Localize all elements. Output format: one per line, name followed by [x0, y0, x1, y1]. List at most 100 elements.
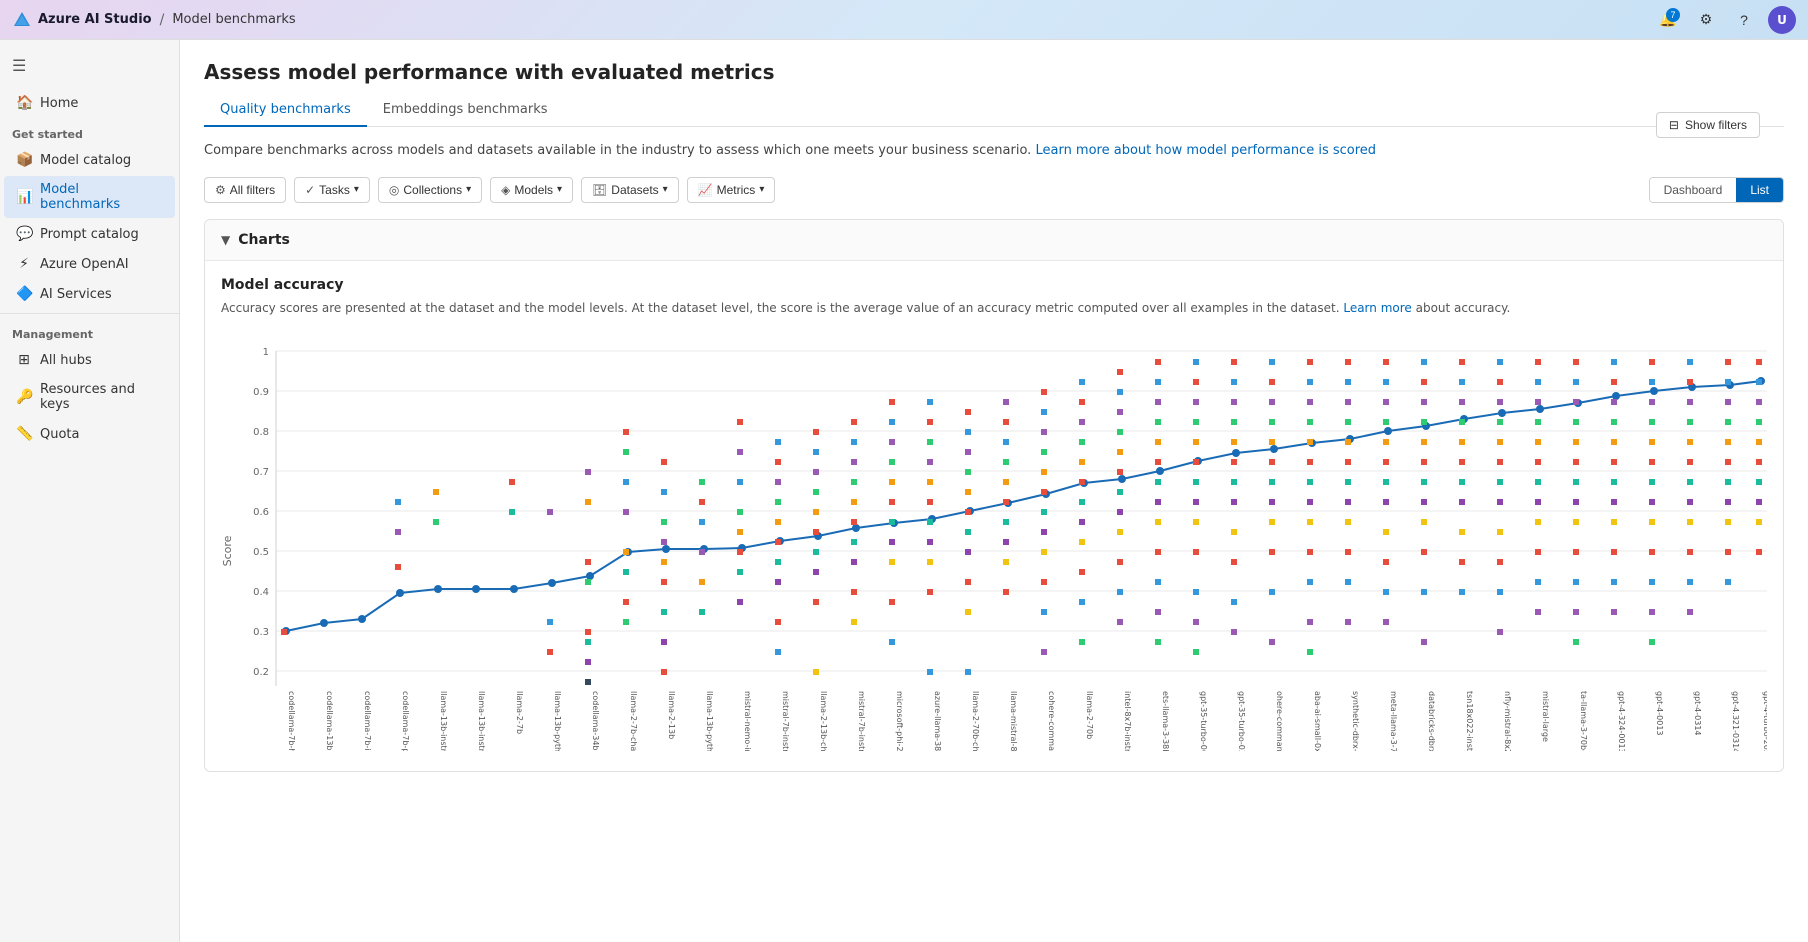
svg-text:cohere-command-r: cohere-command-r — [1047, 691, 1056, 751]
topbar-actions: 🔔 7 ⚙ ? U — [1654, 6, 1796, 34]
svg-text:mistral-7b-instruct-v01: mistral-7b-instruct-v01 — [781, 691, 790, 751]
sidebar-toggle-area: ☰ — [0, 48, 179, 84]
chart-title: Model accuracy — [221, 277, 1767, 293]
list-view-button[interactable]: List — [1736, 178, 1783, 202]
collections-icon: ◎ — [389, 183, 399, 197]
question-icon: ? — [1740, 12, 1748, 28]
svg-text:0.5: 0.5 — [253, 547, 269, 558]
azure-openai-icon: ⚡ — [16, 256, 32, 272]
dashboard-view-button[interactable]: Dashboard — [1650, 178, 1737, 202]
sidebar-label-all-hubs: All hubs — [40, 353, 92, 368]
svg-text:0.2: 0.2 — [253, 667, 269, 678]
settings-button[interactable]: ⚙ — [1692, 6, 1720, 34]
list-label: List — [1750, 183, 1769, 197]
user-avatar[interactable]: U — [1768, 6, 1796, 34]
sidebar-label-azure-openai: Azure OpenAI — [40, 257, 129, 272]
sidebar-item-home[interactable]: 🏠 Home — [4, 89, 175, 117]
svg-text:llama-2-7b: llama-2-7b — [515, 691, 524, 734]
svg-text:synthetic-dbrx-instruct: synthetic-dbrx-instruct — [1351, 691, 1360, 751]
breadcrumb-separator: / — [160, 12, 165, 28]
sidebar-get-started-label: Get started — [0, 118, 179, 145]
charts-body: Model accuracy Accuracy scores are prese… — [205, 261, 1783, 771]
svg-text:llama-2-13b-chat: llama-2-13b-chat — [819, 691, 828, 751]
notifications-button[interactable]: 🔔 7 — [1654, 6, 1682, 34]
brand-name: Azure AI Studio — [38, 12, 152, 27]
svg-text:gpt-4-0013: gpt-4-0013 — [1655, 691, 1664, 736]
charts-header[interactable]: ▼ Charts — [205, 220, 1783, 261]
chart-desc-suffix: about accuracy. — [1416, 301, 1511, 315]
svg-text:llama-2-70b: llama-2-70b — [1085, 691, 1094, 739]
sidebar-label-quota: Quota — [40, 427, 80, 442]
svg-text:gpt-4-0314: gpt-4-0314 — [1693, 691, 1702, 736]
svg-text:mistral-nemo-instruct-7b: mistral-nemo-instruct-7b — [743, 691, 752, 751]
sidebar-item-resources-keys[interactable]: 🔑 Resources and keys — [4, 376, 175, 418]
model-accuracy-chart: Score 1 0.9 0.8 0.7 0.6 — [221, 331, 1767, 755]
charts-section: ▼ Charts Model accuracy Accuracy scores … — [204, 219, 1784, 772]
collapse-icon: ▼ — [221, 233, 230, 247]
svg-text:codellama-7b-hf: codellama-7b-hf — [287, 691, 296, 751]
sidebar-management-label: Management — [0, 318, 179, 345]
app-body: ☰ 🏠 Home Get started 📦 Model catalog 📊 M… — [0, 40, 1808, 942]
svg-text:0.9: 0.9 — [253, 387, 269, 398]
topbar-left: Azure AI Studio / Model benchmarks — [12, 10, 296, 30]
metrics-filter-button[interactable]: 📈 Metrics ▾ — [687, 177, 776, 203]
all-filters-button[interactable]: ⚙ All filters — [204, 177, 286, 203]
sidebar-toggle-button[interactable]: ☰ — [8, 52, 30, 80]
svg-text:microsoft-phi-2: microsoft-phi-2 — [895, 691, 904, 751]
tab-quality-benchmarks[interactable]: Quality benchmarks — [204, 94, 367, 127]
metrics-label: Metrics — [717, 183, 756, 197]
metrics-icon: 📈 — [698, 183, 713, 197]
tab-embeddings-label: Embeddings benchmarks — [383, 102, 548, 117]
model-catalog-icon: 📦 — [16, 152, 32, 168]
sidebar-item-quota[interactable]: 📏 Quota — [4, 420, 175, 448]
svg-text:tsn18x022-instruct-v0.1: tsn18x022-instruct-v0.1 — [1465, 691, 1474, 751]
models-filter-button[interactable]: ◈ Models ▾ — [490, 177, 573, 203]
svg-text:0.7: 0.7 — [253, 467, 269, 478]
azure-ai-logo-icon — [12, 10, 32, 30]
breadcrumb-page: Model benchmarks — [172, 12, 295, 27]
topbar: Azure AI Studio / Model benchmarks 🔔 7 ⚙… — [0, 0, 1808, 40]
datasets-filter-button[interactable]: 🗄 Datasets ▾ — [581, 177, 679, 203]
svg-text:llama-13b-instruct-hf: llama-13b-instruct-hf — [477, 691, 486, 751]
tasks-filter-button[interactable]: ✓ Tasks ▾ — [294, 177, 370, 203]
svg-text:llama-2-7b-chat: llama-2-7b-chat — [629, 691, 638, 751]
sidebar-item-ai-services[interactable]: 🔷 AI Services — [4, 280, 175, 308]
svg-text:llama-13b-python-hf: llama-13b-python-hf — [553, 691, 562, 751]
sidebar-divider — [0, 313, 179, 314]
tab-embeddings-benchmarks[interactable]: Embeddings benchmarks — [367, 94, 564, 127]
filter-icon: ⊟ — [1669, 118, 1679, 132]
datasets-label: Datasets — [611, 183, 658, 197]
sidebar-label-model-catalog: Model catalog — [40, 153, 131, 168]
collections-filter-button[interactable]: ◎ Collections ▾ — [378, 177, 482, 203]
sidebar-item-all-hubs[interactable]: ⊞ All hubs — [4, 346, 175, 374]
ai-services-icon: 🔷 — [16, 286, 32, 302]
y-axis-label: Score — [221, 535, 234, 566]
tab-quality-label: Quality benchmarks — [220, 102, 351, 117]
quota-icon: 📏 — [16, 426, 32, 442]
sidebar-item-azure-openai[interactable]: ⚡ Azure OpenAI — [4, 250, 175, 278]
page-description: Compare benchmarks across models and dat… — [204, 141, 1784, 161]
home-icon: 🏠 — [16, 95, 32, 111]
metrics-chevron-icon: ▾ — [759, 184, 764, 195]
svg-text:gpt-35-turbo-0613: gpt-35-turbo-0613 — [1199, 691, 1208, 751]
sidebar-item-prompt-catalog[interactable]: 💬 Prompt catalog — [4, 220, 175, 248]
tasks-chevron-icon: ▾ — [354, 184, 359, 195]
accuracy-chart-svg: Score 1 0.9 0.8 0.7 0.6 — [221, 331, 1767, 751]
svg-text:azure-llama-38b: azure-llama-38b — [933, 691, 942, 751]
app-logo: Azure AI Studio — [12, 10, 152, 30]
svg-text:ets-llama-3-38b-instruct: ets-llama-3-38b-instruct — [1161, 691, 1170, 751]
chart-desc-text: Accuracy scores are presented at the dat… — [221, 301, 1340, 315]
svg-text:gpt-4-324-0013: gpt-4-324-0013 — [1617, 691, 1626, 751]
sidebar-item-model-benchmarks[interactable]: 📊 Model benchmarks — [4, 176, 175, 218]
charts-title: Charts — [238, 232, 290, 248]
svg-text:databricks-dbrx-base: databricks-dbrx-base — [1427, 691, 1436, 751]
svg-text:gpt-35-turbo-0301: gpt-35-turbo-0301 — [1237, 691, 1246, 751]
page-title: Assess model performance with evaluated … — [204, 60, 1784, 84]
sidebar-item-model-catalog[interactable]: 📦 Model catalog — [4, 146, 175, 174]
help-button[interactable]: ? — [1730, 6, 1758, 34]
svg-text:meta-llama-3-70b: meta-llama-3-70b — [1389, 691, 1398, 751]
learn-more-link[interactable]: Learn more about how model performance i… — [1035, 143, 1376, 158]
show-filters-button[interactable]: ⊟ Show filters — [1656, 112, 1760, 138]
chart-learn-more-link[interactable]: Learn more — [1343, 301, 1411, 315]
svg-text:ta-llama-3-70b-instruct: ta-llama-3-70b-instruct — [1579, 691, 1588, 751]
